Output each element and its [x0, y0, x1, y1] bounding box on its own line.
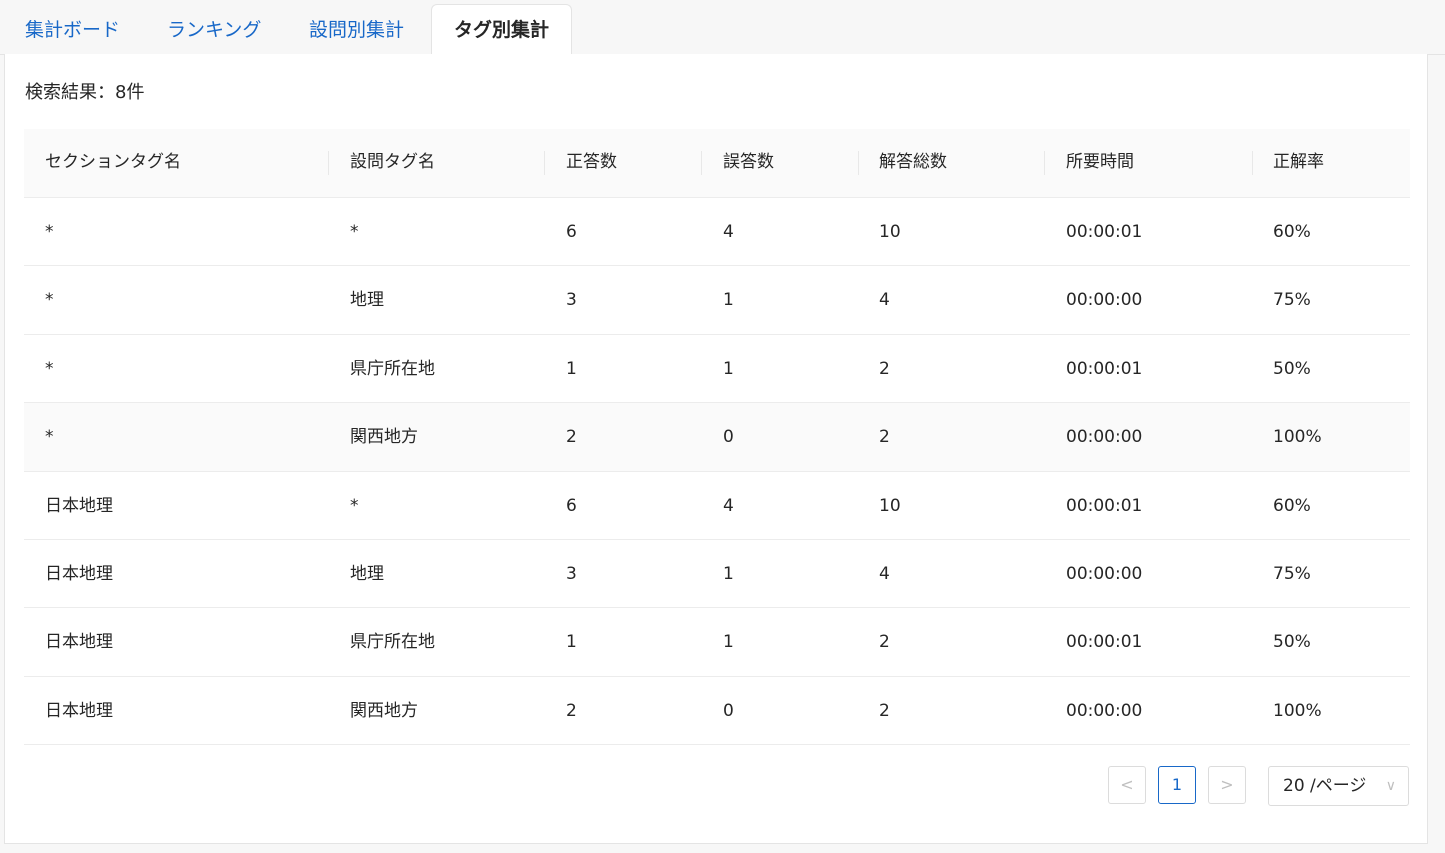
- cell-wrong-count: 1: [723, 632, 734, 653]
- table-body: * * 6 4 10 00:00:01 60% * 地理 3 1 4 00:00:00 75% * 県庁所在地…: [24, 198, 1410, 746]
- table-row: 日本地理 地理 3 1 4 00:00:00 75%: [24, 540, 1410, 609]
- cell-total-answers: 2: [879, 358, 890, 379]
- cell-time-required: 00:00:00: [1066, 427, 1143, 448]
- result-count: 検索結果：8件: [25, 82, 145, 103]
- cell-total-answers: 4: [879, 290, 890, 311]
- column-divider: [1252, 151, 1253, 175]
- column-header-correct-count[interactable]: 正答数: [566, 129, 617, 197]
- cell-section-tag: *: [45, 222, 54, 242]
- cell-question-tag: 関西地方: [350, 700, 418, 721]
- cell-total-answers: 4: [879, 563, 890, 584]
- cell-question-tag: 県庁所在地: [350, 358, 435, 379]
- table-row: 日本地理 * 6 4 10 00:00:01 60%: [24, 472, 1410, 540]
- cell-section-tag: 日本地理: [45, 700, 113, 721]
- cell-correct-count: 2: [566, 427, 577, 448]
- cell-section-tag: 日本地理: [45, 563, 113, 584]
- cell-wrong-count: 1: [723, 290, 734, 311]
- cell-section-tag: *: [45, 290, 54, 311]
- cell-question-tag: *: [350, 495, 359, 516]
- table-row: 日本地理 県庁所在地 1 1 2 00:00:01 50%: [24, 608, 1410, 677]
- page-size-value: 20 /ページ: [1283, 776, 1367, 796]
- cell-accuracy-rate: 60%: [1273, 495, 1311, 516]
- cell-accuracy-rate: 60%: [1273, 222, 1311, 242]
- cell-section-tag: 日本地理: [45, 495, 113, 516]
- cell-wrong-count: 1: [723, 358, 734, 379]
- column-divider: [858, 151, 859, 175]
- cell-time-required: 00:00:01: [1066, 358, 1143, 379]
- tag-summary-panel: 検索結果：8件 セクションタグ名 設問タグ名 正答数 誤答数 解答総数 所要時間…: [4, 54, 1428, 844]
- cell-correct-count: 2: [566, 700, 577, 721]
- column-header-question-tag[interactable]: 設問タグ名: [350, 129, 435, 197]
- cell-correct-count: 3: [566, 563, 577, 584]
- cell-accuracy-rate: 100%: [1273, 427, 1322, 448]
- cell-total-answers: 2: [879, 427, 890, 448]
- tab-question-summary[interactable]: 設問別集計: [309, 4, 404, 55]
- next-page-button[interactable]: >: [1208, 766, 1246, 804]
- cell-question-tag: 関西地方: [350, 427, 418, 448]
- column-header-accuracy-rate[interactable]: 正解率: [1273, 129, 1324, 197]
- cell-total-answers: 10: [879, 495, 901, 516]
- cell-section-tag: *: [45, 358, 54, 379]
- cell-total-answers: 10: [879, 222, 901, 242]
- cell-accuracy-rate: 50%: [1273, 358, 1311, 379]
- column-header-total-answers[interactable]: 解答総数: [879, 129, 947, 197]
- cell-section-tag: *: [45, 427, 54, 448]
- cell-wrong-count: 0: [723, 700, 734, 721]
- cell-wrong-count: 0: [723, 427, 734, 448]
- cell-time-required: 00:00:00: [1066, 700, 1143, 721]
- cell-correct-count: 1: [566, 632, 577, 653]
- table-row: 日本地理 関西地方 2 0 2 00:00:00 100%: [24, 677, 1410, 746]
- column-divider: [1044, 151, 1045, 175]
- cell-wrong-count: 4: [723, 222, 734, 242]
- chevron-right-icon: >: [1220, 775, 1234, 794]
- cell-total-answers: 2: [879, 700, 890, 721]
- tag-summary-table: セクションタグ名 設問タグ名 正答数 誤答数 解答総数 所要時間 正解率 * * 6…: [24, 129, 1410, 746]
- cell-accuracy-rate: 75%: [1273, 290, 1311, 311]
- prev-page-button[interactable]: <: [1108, 766, 1146, 804]
- cell-time-required: 00:00:00: [1066, 290, 1143, 311]
- column-divider: [328, 151, 329, 175]
- chevron-down-icon: ∨: [1385, 778, 1396, 794]
- table-row: * 県庁所在地 1 1 2 00:00:01 50%: [24, 335, 1410, 404]
- cell-wrong-count: 4: [723, 495, 734, 516]
- page-1-button[interactable]: 1: [1158, 766, 1196, 804]
- column-divider: [544, 151, 545, 175]
- cell-section-tag: 日本地理: [45, 632, 113, 653]
- tab-tag-summary[interactable]: タグ別集計: [431, 4, 572, 56]
- column-header-section-tag[interactable]: セクションタグ名: [45, 129, 181, 197]
- column-header-wrong-count[interactable]: 誤答数: [723, 129, 774, 197]
- tab-dashboard[interactable]: 集計ボード: [25, 4, 120, 55]
- cell-correct-count: 1: [566, 358, 577, 379]
- cell-accuracy-rate: 50%: [1273, 632, 1311, 653]
- table-row: * 関西地方 2 0 2 00:00:00 100%: [24, 403, 1410, 472]
- cell-question-tag: 県庁所在地: [350, 632, 435, 653]
- table-header: セクションタグ名 設問タグ名 正答数 誤答数 解答総数 所要時間 正解率: [24, 129, 1410, 198]
- tab-bar: 集計ボード ランキング 設問別集計 タグ別集計: [0, 0, 1445, 56]
- cell-time-required: 00:00:00: [1066, 563, 1143, 584]
- column-divider: [701, 151, 702, 175]
- chevron-left-icon: <: [1120, 775, 1134, 794]
- cell-correct-count: 6: [566, 222, 577, 242]
- cell-time-required: 00:00:01: [1066, 495, 1143, 516]
- column-header-time-required[interactable]: 所要時間: [1066, 129, 1134, 197]
- cell-correct-count: 6: [566, 495, 577, 516]
- cell-time-required: 00:00:01: [1066, 222, 1143, 242]
- cell-question-tag: *: [350, 222, 359, 242]
- cell-question-tag: 地理: [350, 290, 384, 311]
- cell-time-required: 00:00:01: [1066, 632, 1143, 653]
- cell-question-tag: 地理: [350, 563, 384, 584]
- table-row: * * 6 4 10 00:00:01 60%: [24, 198, 1410, 267]
- cell-wrong-count: 1: [723, 563, 734, 584]
- cell-accuracy-rate: 100%: [1273, 700, 1322, 721]
- cell-total-answers: 2: [879, 632, 890, 653]
- table-row: * 地理 3 1 4 00:00:00 75%: [24, 266, 1410, 335]
- tab-ranking[interactable]: ランキング: [167, 4, 261, 55]
- page-size-select[interactable]: 20 /ページ ∨: [1268, 766, 1409, 806]
- cell-correct-count: 3: [566, 290, 577, 311]
- cell-accuracy-rate: 75%: [1273, 563, 1311, 584]
